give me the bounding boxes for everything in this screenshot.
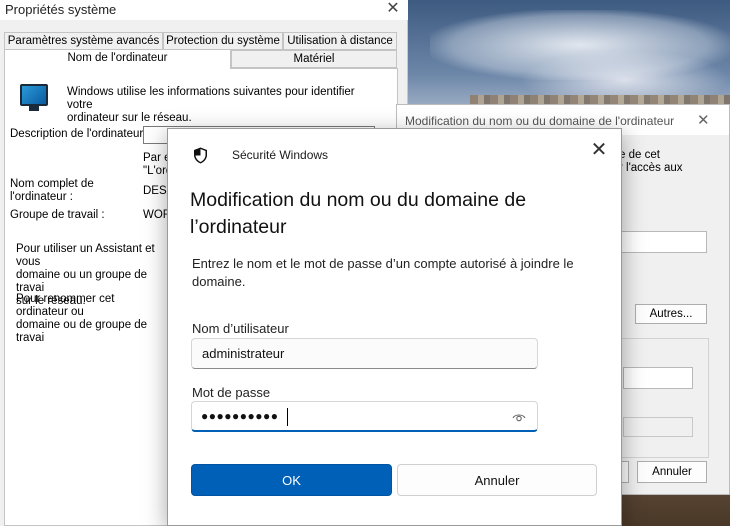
others-button[interactable]: Autres... — [635, 304, 707, 324]
tab-hardware[interactable]: Matériel — [231, 50, 397, 68]
cancel-button[interactable]: Annuler — [397, 464, 597, 496]
close-icon[interactable]: ✕ — [697, 111, 710, 129]
eye-icon[interactable] — [512, 411, 526, 423]
system-properties-titlebar: Propriétés système ✕ — [0, 0, 408, 20]
tab-system-protection[interactable]: Protection du système — [163, 32, 283, 50]
dialog-instructions: Entrez le nom et le mot de passe d’un co… — [192, 256, 574, 289]
password-input[interactable]: ●●●●●●●●●● — [191, 401, 538, 432]
close-icon[interactable]: ✕ — [381, 0, 405, 18]
monitor-stand — [29, 106, 39, 111]
password-label: Mot de passe — [192, 385, 271, 400]
app-title: Sécurité Windows — [232, 148, 329, 162]
shield-icon — [194, 147, 207, 164]
ok-button[interactable]: OK — [191, 464, 392, 496]
close-icon[interactable]: ✕ — [582, 136, 616, 164]
monitor-icon — [20, 84, 48, 106]
tab-advanced-settings[interactable]: Paramètres système avancés — [4, 32, 163, 50]
workgroup-label: Groupe de travail : — [10, 209, 105, 221]
intro-text: Windows utilise les informations suivant… — [67, 86, 355, 124]
tab-remote[interactable]: Utilisation à distance — [283, 32, 397, 50]
username-input[interactable] — [191, 338, 538, 369]
windows-security-dialog: Sécurité Windows ✕ Modification du nom o… — [167, 128, 622, 526]
dialog-title: Modification du nom ou du domaine de l'o… — [405, 114, 675, 128]
domain-input[interactable] — [623, 367, 693, 389]
rename-text: Pour renommer cet ordinateur ou domaine … — [16, 293, 148, 344]
computer-name-input[interactable] — [621, 231, 707, 253]
window-title: Propriétés système — [5, 2, 117, 17]
dialog-partial-text: e de cet r l'accès aux — [619, 149, 683, 174]
tab-computer-name[interactable]: Nom de l'ordinateur — [4, 49, 231, 69]
full-name-label: Nom complet de l'ordinateur : — [10, 178, 94, 203]
text-caret — [287, 408, 288, 426]
password-mask: ●●●●●●●●●● — [201, 409, 279, 423]
username-label: Nom d’utilisateur — [192, 321, 289, 336]
cancel-button[interactable]: Annuler — [637, 461, 707, 483]
workgroup-input[interactable] — [623, 417, 693, 437]
dialog-heading: Modification du nom ou du domaine de l’o… — [190, 189, 527, 238]
full-name-value: DESI — [143, 185, 170, 197]
description-label: Description de l'ordinateur : — [10, 128, 150, 140]
member-of-group — [621, 338, 709, 458]
